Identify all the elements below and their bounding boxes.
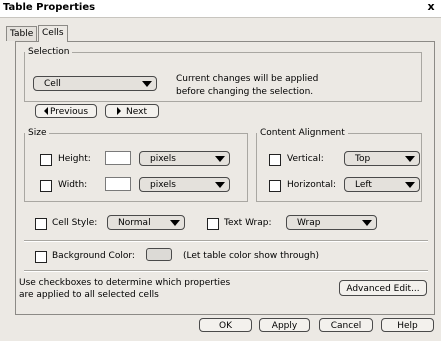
- cells-panel: Selection Cell Current changes will be a…: [15, 41, 435, 315]
- next-button[interactable]: Next: [105, 104, 159, 118]
- close-icon[interactable]: x: [425, 1, 437, 13]
- ok-button[interactable]: OK: [199, 318, 252, 332]
- text-wrap-dropdown[interactable]: Wrap: [286, 215, 377, 230]
- horizontal-dropdown[interactable]: Left: [344, 177, 420, 192]
- height-label: Height:: [58, 154, 91, 164]
- previous-button[interactable]: Previous: [35, 104, 97, 118]
- tab-cells[interactable]: Cells: [38, 25, 68, 42]
- chevron-down-icon: [142, 81, 152, 87]
- horizontal-dropdown-value: Left: [355, 180, 372, 190]
- height-checkbox[interactable]: [40, 154, 52, 166]
- triangle-right-icon: [117, 107, 122, 115]
- apply-button[interactable]: Apply: [259, 318, 310, 332]
- background-color-checkbox[interactable]: [35, 251, 47, 263]
- width-label: Width:: [58, 180, 88, 190]
- next-button-label: Next: [126, 107, 147, 117]
- cancel-button[interactable]: Cancel: [319, 318, 373, 332]
- vertical-label: Vertical:: [287, 154, 324, 164]
- selection-dropdown[interactable]: Cell: [33, 76, 157, 91]
- divider: [24, 270, 428, 272]
- cell-style-label: Cell Style:: [52, 218, 98, 228]
- height-unit-dropdown[interactable]: pixels: [139, 151, 230, 166]
- width-unit-value: pixels: [150, 180, 176, 190]
- advanced-edit-button[interactable]: Advanced Edit...: [339, 280, 427, 296]
- horizontal-checkbox[interactable]: [269, 180, 281, 192]
- chevron-down-icon: [405, 156, 415, 162]
- chevron-down-icon: [215, 182, 225, 188]
- text-wrap-label: Text Wrap:: [224, 218, 272, 228]
- background-color-swatch[interactable]: [146, 248, 172, 261]
- width-field[interactable]: [105, 177, 131, 191]
- divider: [24, 240, 428, 242]
- hint-line1: Use checkboxes to determine which proper…: [19, 278, 231, 288]
- selection-note-line1: Current changes will be applied: [176, 74, 319, 84]
- background-color-note: (Let table color show through): [183, 251, 319, 261]
- chevron-down-icon: [362, 220, 372, 226]
- vertical-checkbox[interactable]: [269, 154, 281, 166]
- width-unit-dropdown[interactable]: pixels: [139, 177, 230, 192]
- previous-button-label: Previous: [49, 107, 89, 117]
- chevron-down-icon: [215, 156, 225, 162]
- tab-table[interactable]: Table: [6, 26, 38, 41]
- triangle-left-icon: [43, 107, 48, 115]
- vertical-dropdown-value: Top: [355, 154, 371, 164]
- hint-line2: are applied to all selected cells: [19, 290, 159, 300]
- cell-style-dropdown[interactable]: Normal: [107, 215, 185, 230]
- height-unit-value: pixels: [150, 154, 176, 164]
- text-wrap-checkbox[interactable]: [207, 218, 219, 230]
- size-legend: Size: [28, 128, 47, 138]
- selection-note-line2: before changing the selection.: [176, 87, 314, 97]
- text-wrap-value: Wrap: [297, 218, 321, 228]
- cell-style-value: Normal: [118, 218, 151, 228]
- dialog-title: Table Properties: [3, 2, 96, 13]
- horizontal-label: Horizontal:: [287, 180, 336, 190]
- title-bar: Table Properties x: [0, 0, 441, 18]
- cell-style-checkbox[interactable]: [35, 218, 47, 230]
- selection-legend: Selection: [28, 47, 70, 57]
- selection-dropdown-value: Cell: [44, 79, 61, 89]
- chevron-down-icon: [405, 182, 415, 188]
- help-button[interactable]: Help: [381, 318, 434, 332]
- table-properties-dialog: Table Properties x Table Cells Selection…: [0, 0, 441, 341]
- content-alignment-legend: Content Alignment: [260, 128, 345, 138]
- vertical-dropdown[interactable]: Top: [344, 151, 420, 166]
- background-color-label: Background Color:: [52, 251, 135, 261]
- width-checkbox[interactable]: [40, 180, 52, 192]
- chevron-down-icon: [170, 220, 180, 226]
- height-field[interactable]: [105, 151, 131, 165]
